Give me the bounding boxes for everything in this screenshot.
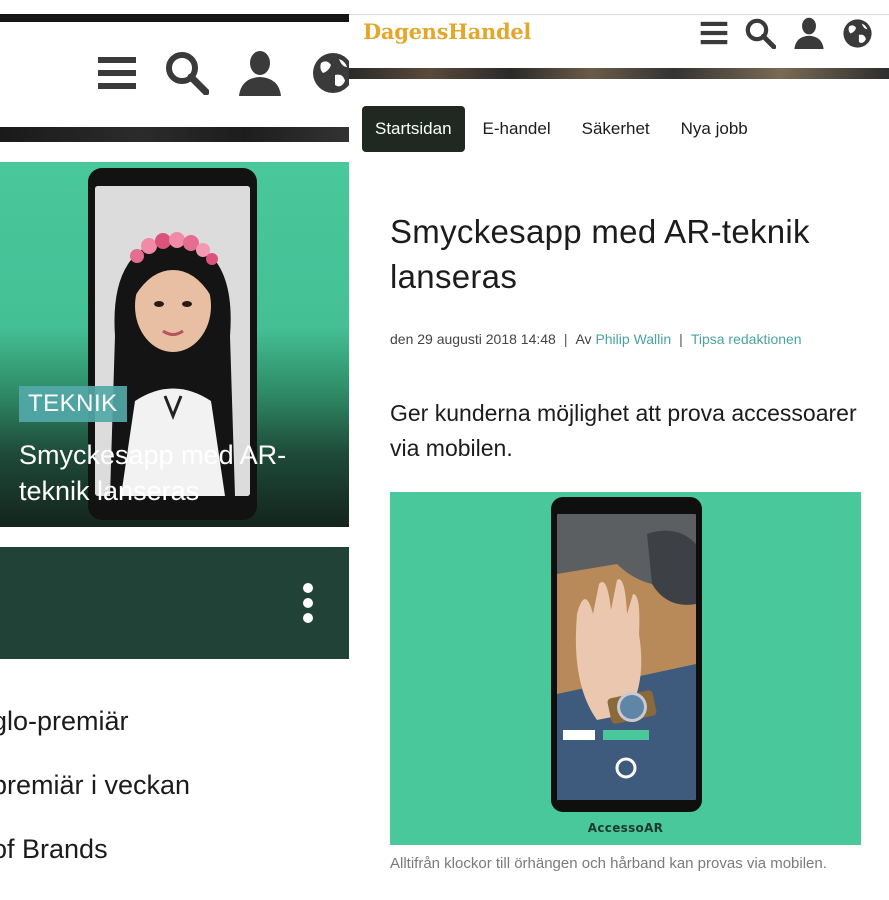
byline-prefix: Av [575, 331, 592, 347]
phone-screen [557, 514, 696, 800]
list-item[interactable]: of Brands [0, 834, 108, 865]
tip-link[interactable]: Tipsa redaktionen [691, 331, 802, 347]
top-bar [0, 14, 349, 22]
site-logo[interactable]: DagensHandel [363, 19, 531, 44]
kebab-dot [303, 583, 313, 593]
header-photo-strip [349, 68, 889, 79]
globe-icon[interactable] [842, 18, 873, 49]
hero-title[interactable]: Smyckesapp med AR-teknik lanseras [19, 437, 344, 509]
figure-brand-logo: AccessoAR [587, 821, 664, 835]
category-tag[interactable]: TEKNIK [19, 386, 127, 422]
right-panel: DagensHandel Startsidan E-handel Säkerhe… [349, 0, 889, 900]
search-icon[interactable] [745, 18, 776, 49]
author-link[interactable]: Philip Wallin [595, 331, 671, 347]
hero-card[interactable]: TEKNIK Smyckesapp med AR-teknik lanseras [0, 162, 349, 527]
header-icons [700, 17, 873, 49]
phone-image [551, 497, 702, 812]
tab-e-handel[interactable]: E-handel [470, 106, 564, 152]
header-icons [97, 50, 349, 96]
article-lead: Ger kunderna möjlighet att prova accesso… [390, 400, 857, 461]
user-icon[interactable] [793, 17, 825, 49]
article-headline: Smyckesapp med AR-teknik lanseras [390, 213, 810, 295]
article-meta: den 29 augusti 2018 14:48 | Av Philip Wall… [390, 330, 860, 348]
menu-icon[interactable] [97, 53, 137, 93]
search-icon[interactable] [165, 51, 209, 95]
list-item[interactable]: glo-premiär [0, 706, 129, 737]
left-panel: TEKNIK Smyckesapp med AR-teknik lanseras… [0, 0, 349, 900]
menu-icon[interactable] [700, 19, 728, 47]
kebab-dot [303, 613, 313, 623]
list-item[interactable]: premiär i veckan [0, 770, 190, 801]
user-icon[interactable] [237, 50, 283, 96]
kebab-dot [303, 598, 313, 608]
meta-separator: | [563, 331, 568, 347]
tab-startsidan[interactable]: Startsidan [362, 106, 465, 152]
more-vertical-icon[interactable] [300, 583, 316, 623]
dark-band [0, 547, 349, 659]
top-rule [349, 14, 889, 15]
section-nav: Startsidan E-handel Säkerhet Nya jobb [362, 106, 766, 152]
tab-sakerhet[interactable]: Säkerhet [569, 106, 663, 152]
tab-nya-jobb[interactable]: Nya jobb [668, 106, 761, 152]
article-date: den 29 augusti 2018 14:48 [390, 331, 556, 347]
meta-separator: | [679, 331, 683, 347]
image-caption: Alltifrån klockor till örhängen och hårb… [390, 855, 827, 872]
globe-icon[interactable] [311, 51, 349, 95]
hand-watch-illustration [557, 514, 696, 800]
article-image[interactable]: AccessoAR [390, 492, 861, 845]
header-photo-strip [0, 127, 349, 142]
